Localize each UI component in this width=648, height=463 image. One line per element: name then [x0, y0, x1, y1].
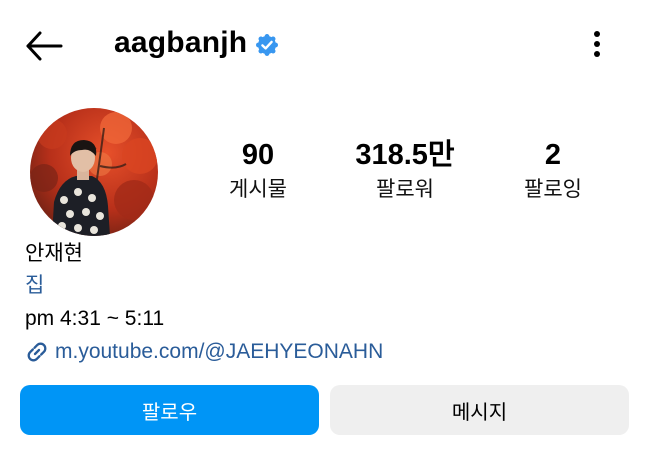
- bio-name: 안재현: [25, 242, 83, 265]
- avatar-photo: [30, 108, 158, 236]
- stat-followers[interactable]: 318.5만 팔로워: [335, 138, 475, 205]
- posts-count: 90: [241, 139, 275, 171]
- link-icon: [27, 342, 47, 362]
- more-options-icon[interactable]: [584, 26, 610, 62]
- message-button[interactable]: 메시지: [330, 385, 629, 435]
- bio-link[interactable]: m.youtube.com/@JAEHYEONAHN: [25, 338, 383, 366]
- profile-avatar[interactable]: [30, 108, 158, 236]
- back-arrow-icon[interactable]: [24, 28, 64, 64]
- posts-label: 게시물: [229, 178, 287, 201]
- stat-posts[interactable]: 90 게시물: [188, 138, 328, 205]
- bio-link-text[interactable]: m.youtube.com/@JAEHYEONAHN: [55, 340, 383, 364]
- following-label: 팔로잉: [524, 178, 582, 201]
- profile-username: aagbanjh: [114, 26, 248, 59]
- bio-line-home[interactable]: 집: [25, 272, 44, 300]
- followers-count: 318.5만: [355, 139, 455, 171]
- following-count: 2: [544, 139, 562, 171]
- stat-following[interactable]: 2 팔로잉: [483, 138, 623, 205]
- followers-label: 팔로워: [376, 178, 434, 201]
- profile-header: aagbanjh: [0, 0, 648, 90]
- verified-badge-icon: [256, 34, 278, 56]
- follow-button[interactable]: 팔로우: [20, 385, 319, 435]
- bio-line-time: pm 4:31 ~ 5:11: [25, 307, 165, 330]
